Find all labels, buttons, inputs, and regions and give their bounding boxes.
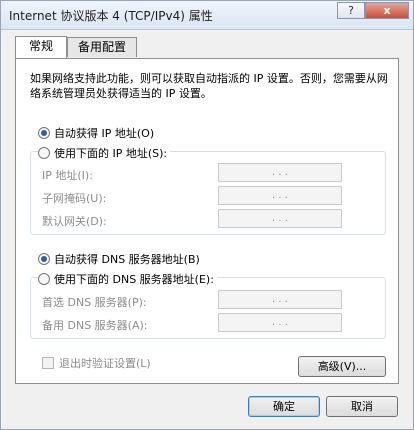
dns-auto-option[interactable]: 自动获得 DNS 服务器地址(B) <box>38 251 200 267</box>
cancel-button[interactable]: 取消 <box>326 396 398 417</box>
tab-alternate-config[interactable]: 备用配置 <box>67 37 137 57</box>
tab-general[interactable]: 常规 <box>15 36 67 58</box>
ok-button[interactable]: 确定 <box>248 396 320 417</box>
dns-manual-label: 使用下面的 DNS 服务器地址(E): <box>54 273 214 286</box>
ip-auto-label: 自动获得 IP 地址(O) <box>54 127 155 140</box>
validate-on-exit-option[interactable]: 退出时验证设置(L) <box>42 355 151 371</box>
window-title: Internet 协议版本 4 (TCP/IPv4) 属性 <box>9 9 213 23</box>
help-button[interactable]: ? <box>337 2 365 19</box>
ip-auto-option[interactable]: 自动获得 IP 地址(O) <box>38 125 154 141</box>
ip-manual-label: 使用下面的 IP 地址(S): <box>54 147 168 160</box>
ip-manual-radio[interactable] <box>38 147 50 159</box>
ip-auto-radio[interactable] <box>38 127 50 139</box>
alternate-dns-label: 备用 DNS 服务器(A): <box>42 319 148 332</box>
subnet-mask-label: 子网掩码(U): <box>42 192 107 205</box>
dns-manual-option[interactable]: 使用下面的 DNS 服务器地址(E): <box>38 271 217 287</box>
preferred-dns-field[interactable]: . . . <box>218 290 342 309</box>
ip-address-field[interactable]: . . . <box>218 163 342 182</box>
advanced-button[interactable]: 高级(V)... <box>298 356 386 377</box>
dns-auto-label: 自动获得 DNS 服务器地址(B) <box>54 253 200 266</box>
dialog-window: Internet 协议版本 4 (TCP/IPv4) 属性 ? x 常规 备用配… <box>0 0 414 430</box>
validate-on-exit-label: 退出时验证设置(L) <box>59 357 151 370</box>
ip-address-label: IP 地址(I): <box>42 169 93 182</box>
default-gateway-label: 默认网关(D): <box>42 215 107 228</box>
alternate-dns-field[interactable]: . . . <box>218 313 342 332</box>
default-gateway-field[interactable]: . . . <box>218 209 342 228</box>
general-panel: 如果网络支持此功能，则可以获取自动指派的 IP 设置。否则，您需要从网络系统管理… <box>15 58 399 384</box>
close-button[interactable]: x <box>365 2 409 19</box>
dns-manual-radio[interactable] <box>38 273 50 285</box>
validate-on-exit-checkbox[interactable] <box>42 357 54 369</box>
preferred-dns-label: 首选 DNS 服务器(P): <box>42 296 147 309</box>
title-bar[interactable]: Internet 协议版本 4 (TCP/IPv4) 属性 ? x <box>1 1 413 30</box>
dns-auto-radio[interactable] <box>38 253 50 265</box>
ip-manual-option[interactable]: 使用下面的 IP 地址(S): <box>38 145 171 161</box>
intro-text: 如果网络支持此功能，则可以获取自动指派的 IP 设置。否则，您需要从网络系统管理… <box>30 72 388 100</box>
subnet-mask-field[interactable]: . . . <box>218 186 342 205</box>
